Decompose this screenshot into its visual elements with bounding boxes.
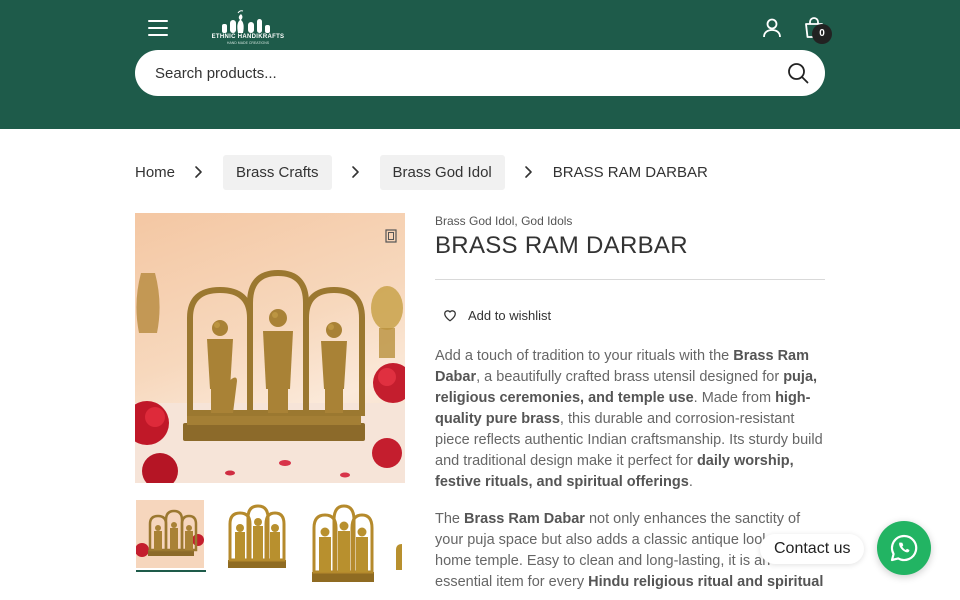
category-link-god-idols[interactable]: God Idols xyxy=(521,214,572,228)
logo-vases-graphic xyxy=(222,10,270,33)
divider xyxy=(435,279,825,280)
chevron-right-icon xyxy=(351,166,359,178)
breadcrumb-brass-crafts-link[interactable]: Brass Crafts xyxy=(223,154,332,190)
whatsapp-contact-button[interactable] xyxy=(877,521,931,575)
search-bar xyxy=(135,50,825,96)
wishlist-label: Add to wishlist xyxy=(468,308,552,323)
logo-brand-text: ETHNIC HANDIKRAFTS xyxy=(211,34,285,40)
product-thumbnails xyxy=(135,500,405,590)
description-text: , a beautifully crafted brass utensil de… xyxy=(476,369,784,385)
breadcrumb-home-link[interactable]: Home xyxy=(135,164,175,181)
product-title: BRASS RAM DARBAR xyxy=(435,232,688,259)
breadcrumb-brass-god-idol-link[interactable]: Brass God Idol xyxy=(379,154,505,190)
product-main-image[interactable] xyxy=(135,213,405,483)
product-thumbnail[interactable] xyxy=(308,500,378,586)
description-bold: Brass Ram Dabar xyxy=(464,511,585,527)
user-icon[interactable] xyxy=(760,16,784,40)
description-bold: Hindu religious ritual and spiritual xyxy=(588,574,824,590)
site-logo[interactable]: ETHNIC HANDIKRAFTS HAND MADE CREATIONS xyxy=(208,10,288,46)
search-icon[interactable] xyxy=(787,62,809,84)
cart-count-badge: 0 xyxy=(812,24,832,44)
description-text: The xyxy=(435,511,465,527)
category-link-brass-god-idol[interactable]: Brass God Idol xyxy=(435,214,514,228)
description-paragraph: Add a touch of tradition to your rituals… xyxy=(435,346,827,493)
brass-ram-darbar-photo xyxy=(135,269,405,483)
whatsapp-icon xyxy=(890,534,918,562)
chevron-right-icon xyxy=(524,166,532,178)
logo-tagline: HAND MADE CREATIONS xyxy=(226,41,270,45)
product-thumbnail[interactable] xyxy=(135,500,206,572)
description-text: . Made from xyxy=(693,390,776,406)
site-header: ETHNIC HANDIKRAFTS HAND MADE CREATIONS 0 xyxy=(0,0,960,129)
breadcrumb: Home Brass Crafts Brass God Idol BRASS R… xyxy=(135,154,708,190)
zoom-icon[interactable] xyxy=(385,228,397,244)
description-text: Add a touch of tradition to your rituals… xyxy=(435,348,734,364)
search-input[interactable] xyxy=(155,50,775,96)
category-separator: , xyxy=(514,214,518,228)
contact-us-label[interactable]: Contact us xyxy=(760,534,865,564)
product-thumbnail[interactable] xyxy=(394,500,405,572)
heart-icon xyxy=(444,310,456,322)
product-categories: Brass God Idol, God Idols xyxy=(435,214,572,228)
hamburger-menu-icon[interactable] xyxy=(148,20,168,36)
breadcrumb-current-page: BRASS RAM DARBAR xyxy=(552,163,708,181)
description-text: . xyxy=(688,474,693,490)
product-thumbnail[interactable] xyxy=(222,500,292,572)
chevron-right-icon xyxy=(195,166,202,178)
add-to-wishlist-button[interactable]: Add to wishlist xyxy=(443,308,551,323)
